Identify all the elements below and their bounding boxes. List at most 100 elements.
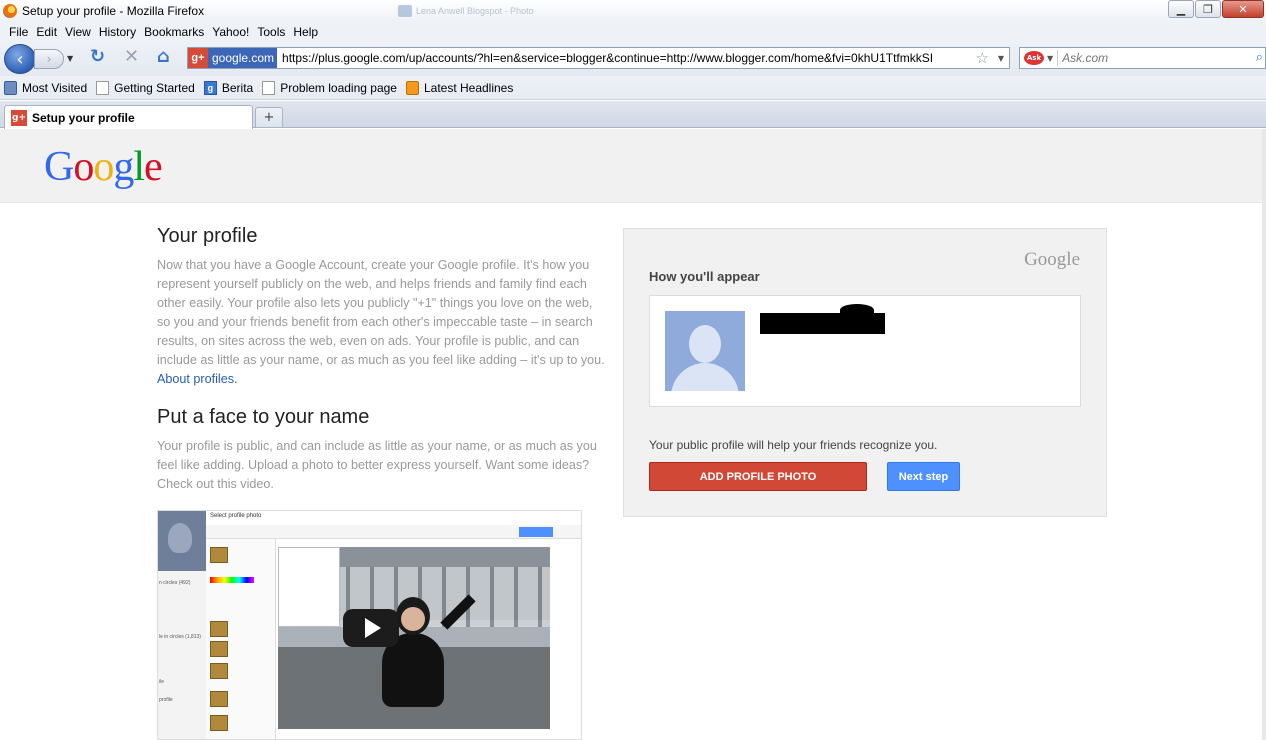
video-thumb (210, 691, 228, 707)
video-color-bar (210, 577, 254, 583)
reload-icon[interactable]: ↻ (90, 46, 105, 67)
search-engine-dropdown-icon[interactable]: ▼ (1047, 54, 1053, 63)
video-effects-panel (206, 539, 276, 739)
bookmark-problem-loading[interactable]: Problem loading page (262, 80, 397, 95)
video-avatar (158, 511, 206, 571)
default-avatar[interactable] (665, 311, 745, 391)
bookmark-berita[interactable]: g Berita (203, 80, 253, 95)
video-thumb (210, 663, 228, 679)
menu-view[interactable]: View (61, 25, 95, 39)
menu-file[interactable]: File (5, 25, 32, 39)
tab-label: Setup your profile (32, 110, 135, 125)
logo-letter: e (144, 144, 163, 190)
intro-column: Your profile Now that you have a Google … (157, 225, 607, 494)
logo-letter: G (44, 144, 74, 190)
menu-bar: File Edit View History Bookmarks Yahoo! … (0, 22, 1266, 42)
about-profiles-link[interactable]: About profiles. (157, 372, 238, 386)
search-input[interactable] (1062, 51, 1253, 65)
video-thumb (210, 641, 228, 657)
logo-letter: o (73, 144, 94, 190)
background-window-tab[interactable]: Lena Anwell Blogspot - Photo (398, 3, 558, 19)
plus-icon: + (263, 110, 275, 125)
video-thumb (210, 715, 228, 731)
page-icon (96, 80, 110, 95)
ask-logo-icon[interactable]: Ask (1024, 51, 1044, 65)
profile-video[interactable]: n circles (492) le in circles (1,813) il… (157, 510, 582, 740)
logo-letter: o (93, 144, 114, 190)
forward-arrow-icon: › (46, 52, 52, 66)
video-dialog-title: Select profile photo (210, 513, 262, 519)
face-heading: Put a face to your name (157, 406, 370, 428)
bookmark-most-visited[interactable]: Most Visited (4, 80, 88, 95)
menu-edit[interactable]: Edit (32, 25, 61, 39)
firefox-icon (3, 4, 17, 18)
video-save-button (519, 527, 553, 537)
video-sidebar-text: profile (159, 697, 173, 703)
your-profile-body: Now that you have a Google Account, crea… (157, 258, 605, 367)
rss-icon (405, 80, 419, 95)
profile-preview-card: Google How you'll appear Your public pro… (623, 228, 1107, 517)
bookmarks-toolbar: Most Visited Getting Started g Berita Pr… (0, 76, 1266, 100)
search-icon[interactable]: ⌕ (1256, 50, 1263, 65)
card-description: Your public profile will help your frien… (649, 438, 938, 452)
back-button[interactable]: ‹ (4, 44, 36, 74)
page-scrollbar[interactable] (1262, 129, 1266, 740)
background-tab-label: Lena Anwell Blogspot - Photo (416, 6, 534, 16)
address-bar[interactable]: g+ google.com https://plus.google.com/up… (187, 47, 1010, 69)
menu-help[interactable]: Help (289, 25, 322, 39)
logo-letter: l (133, 144, 145, 190)
home-icon[interactable]: ⌂ (157, 46, 170, 67)
blogger-icon (398, 5, 412, 17)
video-right-margin (552, 539, 581, 739)
video-sidebar-text: n circles (492) (159, 580, 191, 586)
history-dropdown-icon[interactable]: ▼ (67, 54, 73, 63)
profile-preview (649, 295, 1081, 407)
card-title: How you'll appear (649, 269, 760, 284)
tab-strip: g+ Setup your profile + (0, 101, 1266, 129)
menu-bookmarks[interactable]: Bookmarks (140, 25, 208, 39)
restore-button[interactable]: ❐ (1195, 0, 1221, 18)
your-profile-text: Now that you have a Google Account, crea… (157, 256, 607, 389)
url-dropdown-icon[interactable]: ▼ (998, 54, 1004, 63)
bookmark-star-icon[interactable]: ☆ (976, 49, 989, 67)
tab-setup-profile[interactable]: g+ Setup your profile (4, 105, 253, 129)
google-plus-icon: g+ (11, 109, 27, 126)
stop-icon[interactable]: ✕ (124, 46, 139, 67)
window-title: Setup your profile - Mozilla Firefox (22, 4, 205, 18)
avatar-head-icon (689, 325, 721, 363)
search-bar[interactable]: Ask ▼ ⌕ (1019, 47, 1266, 69)
site-identity-button[interactable]: g+ google.com (188, 48, 278, 68)
google-header: Google (0, 129, 1262, 203)
logo-letter: g (113, 144, 134, 190)
page-viewport: Google Your profile Now that you have a … (0, 129, 1262, 740)
menu-yahoo[interactable]: Yahoo! (208, 25, 253, 39)
forward-button[interactable]: › (34, 49, 64, 69)
your-profile-heading: Your profile (157, 225, 258, 247)
next-step-button[interactable]: Next step (887, 462, 960, 491)
google-logo[interactable]: Google (44, 143, 163, 191)
play-icon (365, 618, 381, 638)
title-bar: Setup your profile - Mozilla Firefox Len… (0, 0, 1266, 22)
bookmark-label: Getting Started (114, 80, 195, 95)
page-icon (262, 80, 276, 95)
bookmark-label: Most Visited (22, 80, 88, 95)
add-profile-photo-button[interactable]: ADD PROFILE PHOTO (649, 462, 867, 491)
redacted-name (760, 313, 885, 334)
menu-history[interactable]: History (95, 25, 140, 39)
most-visited-icon (4, 80, 17, 95)
search-separator (1057, 50, 1059, 66)
bookmark-latest-headlines[interactable]: Latest Headlines (405, 80, 514, 95)
bookmark-label: Latest Headlines (423, 80, 514, 95)
menu-tools[interactable]: Tools (253, 25, 289, 39)
bookmark-label: Problem loading page (280, 80, 397, 95)
video-sidebar: n circles (492) le in circles (1,813) il… (158, 511, 206, 739)
card-google-logo: Google (1024, 249, 1080, 270)
url-text[interactable]: https://plus.google.com/up/accounts/?hl=… (277, 51, 957, 65)
new-tab-button[interactable]: + (255, 107, 283, 127)
close-button[interactable]: ✕ (1222, 0, 1264, 18)
minimize-button[interactable]: ▁ (1168, 0, 1194, 18)
google-plus-icon: g+ (188, 48, 208, 68)
bookmark-getting-started[interactable]: Getting Started (96, 80, 195, 95)
play-button[interactable] (343, 609, 399, 647)
video-sidebar-text: ile (159, 679, 165, 685)
